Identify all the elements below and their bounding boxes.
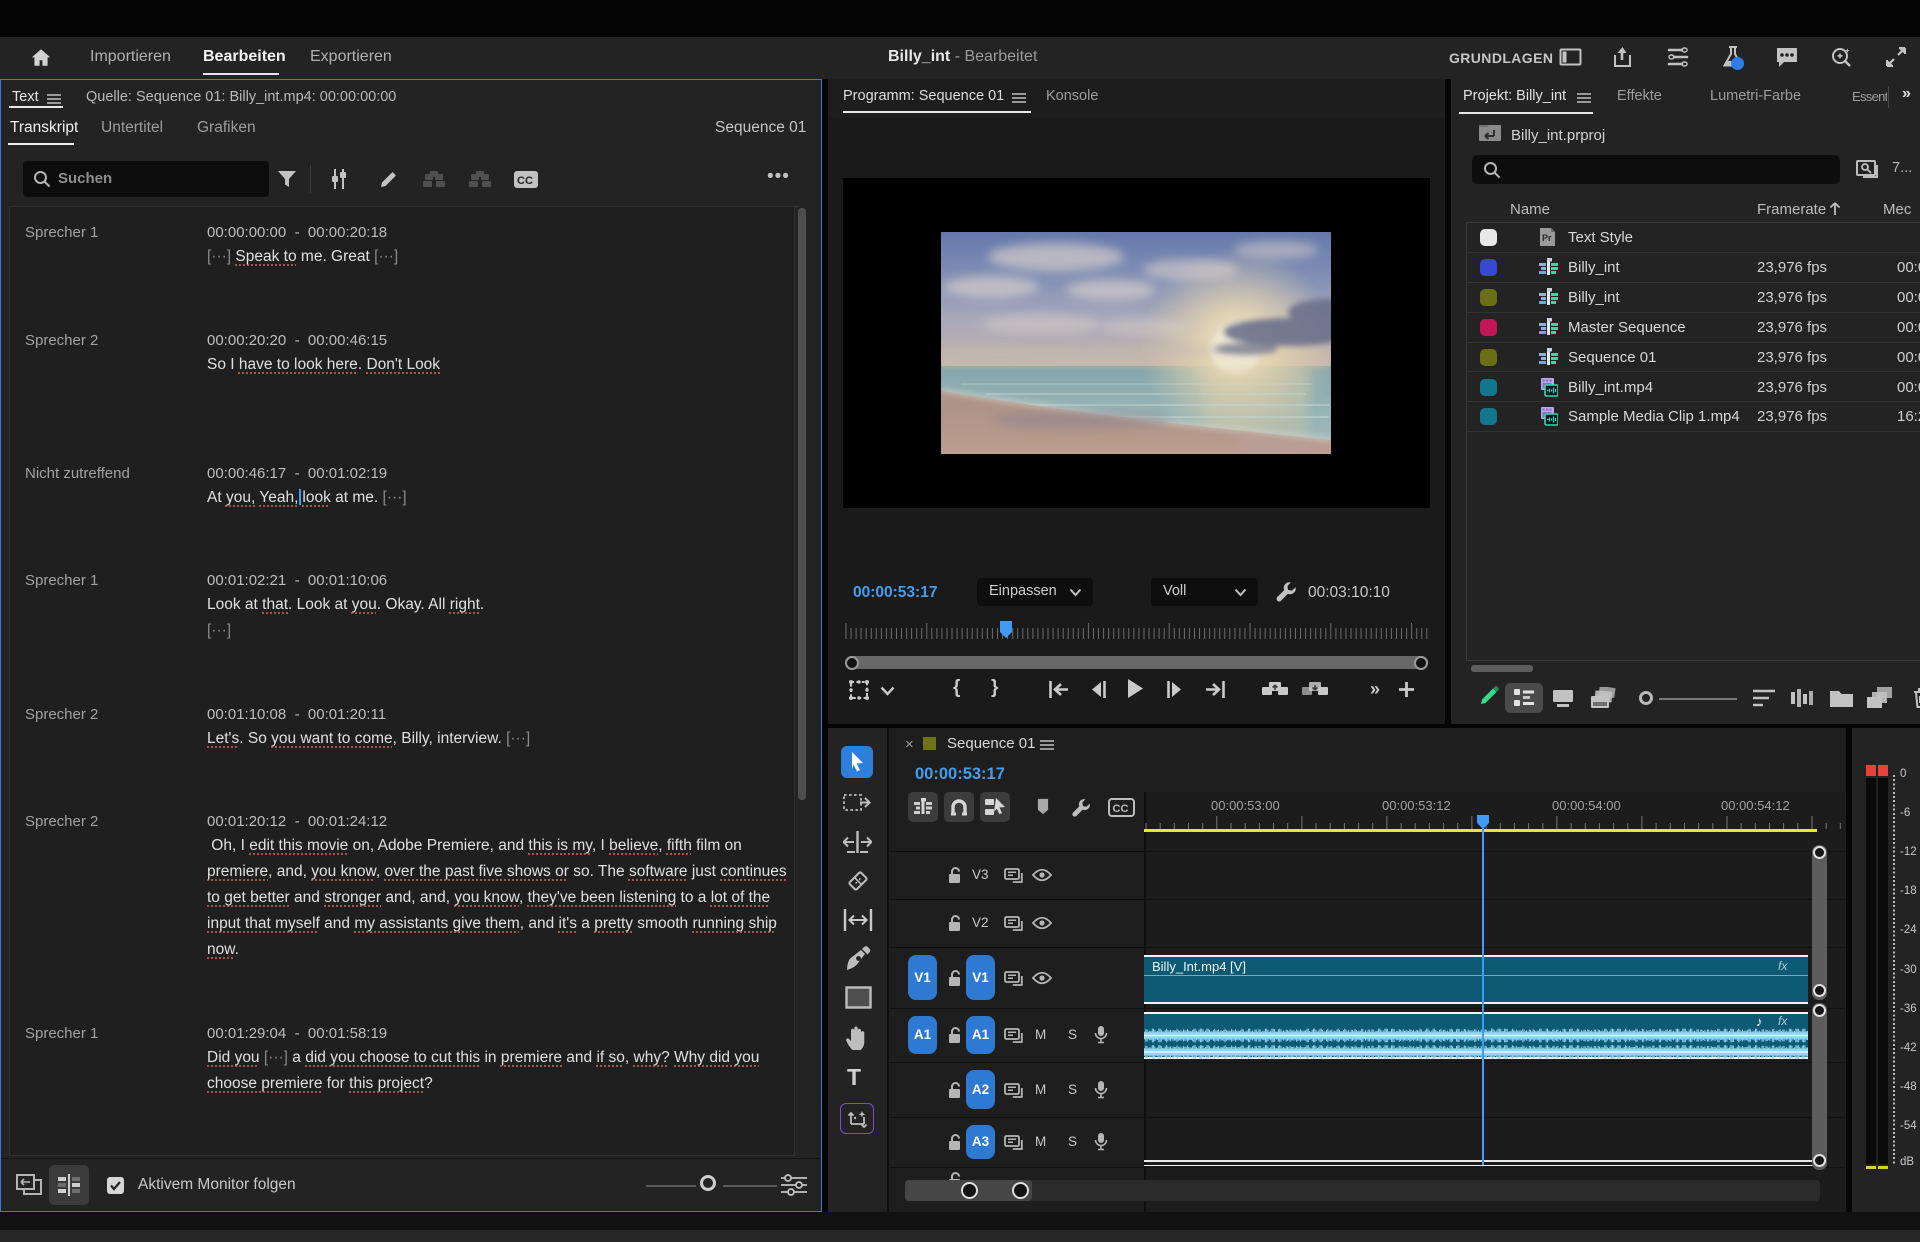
- svg-text:CC: CC: [1113, 803, 1129, 815]
